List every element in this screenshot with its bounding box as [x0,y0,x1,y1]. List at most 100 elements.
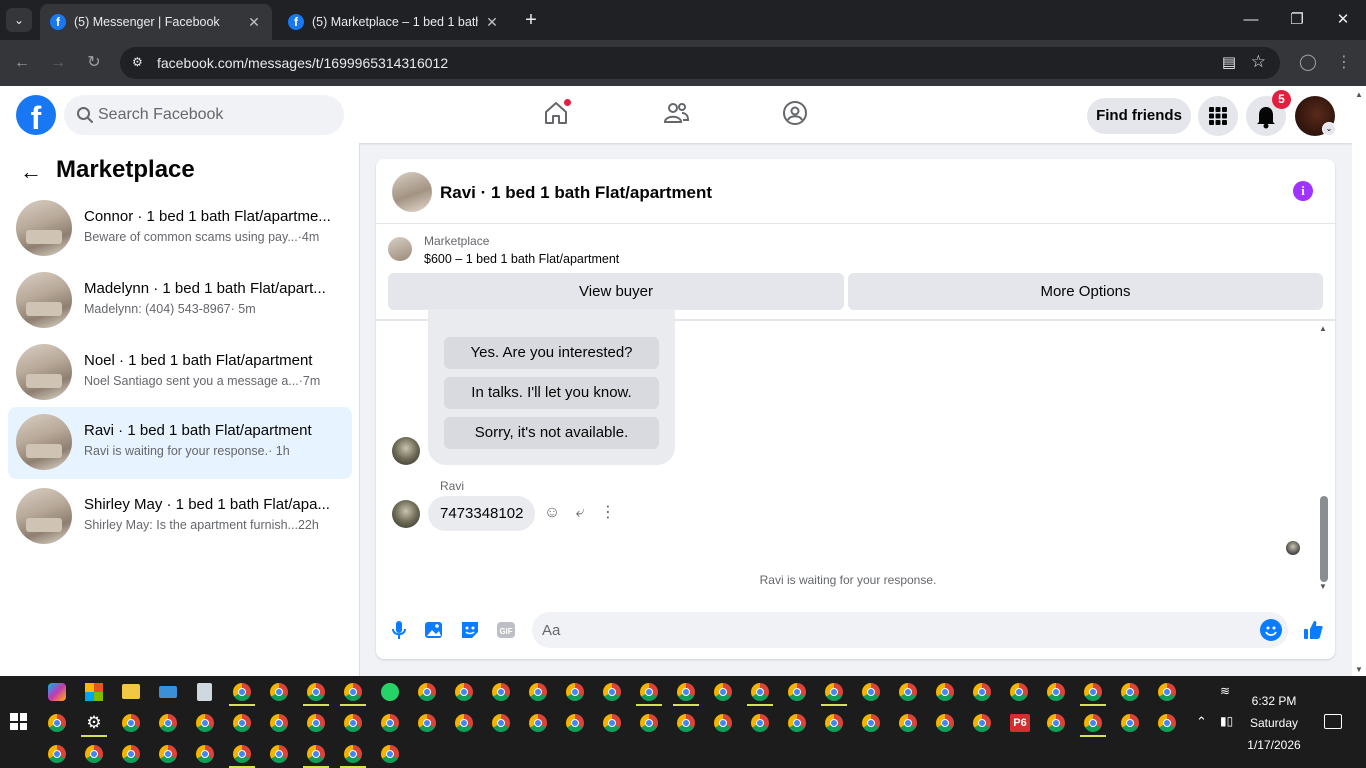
wifi-icon[interactable]: ≋ [1220,684,1230,698]
microsoft-store-icon[interactable] [85,683,103,701]
reload-icon[interactable]: ↻ [83,52,105,74]
chrome-taskbar-icon[interactable] [714,714,732,732]
chat-title[interactable]: Ravi · 1 bed 1 bath Flat/apartment [440,183,712,203]
site-settings-icon[interactable]: ⚙ [132,55,148,71]
chrome-taskbar-icon[interactable] [936,714,954,732]
chrome-taskbar-icon[interactable] [751,683,769,701]
more-options-button[interactable]: More Options [848,273,1323,310]
chrome-taskbar-icon[interactable] [344,683,362,701]
chrome-taskbar-icon[interactable] [159,714,177,732]
view-buyer-button[interactable]: View buyer [388,273,844,310]
chrome-taskbar-icon[interactable] [1121,683,1139,701]
chrome-taskbar-icon[interactable] [1121,714,1139,732]
chrome-taskbar-icon[interactable] [85,745,103,763]
search-box[interactable] [64,95,344,135]
chrome-taskbar-icon[interactable] [270,745,288,763]
gif-icon[interactable]: GIF [495,619,517,641]
chrome-taskbar-icon[interactable] [270,683,288,701]
chrome-taskbar-icon[interactable] [196,714,214,732]
chrome-taskbar-icon[interactable] [788,683,806,701]
listing-title[interactable]: $600 – 1 bed 1 bath Flat/apartment [424,252,619,266]
p6-app-icon[interactable]: P6 [1010,714,1030,732]
chrome-taskbar-icon[interactable] [344,745,362,763]
quick-reply-button[interactable]: Yes. Are you interested? [444,337,659,369]
scroll-up-icon[interactable]: ▲ [1355,90,1363,99]
facebook-logo-icon[interactable]: f [16,95,56,135]
chrome-taskbar-icon[interactable] [677,683,695,701]
chrome-taskbar-icon[interactable] [270,714,288,732]
new-tab-button[interactable]: + [520,8,542,32]
chrome-taskbar-icon[interactable] [196,745,214,763]
forward-arrow-icon[interactable]: → [47,52,69,74]
chrome-taskbar-icon[interactable] [233,683,251,701]
chrome-taskbar-icon[interactable] [418,714,436,732]
chrome-taskbar-icon[interactable] [862,683,880,701]
chrome-taskbar-icon[interactable] [1047,683,1065,701]
copilot-icon[interactable] [48,683,66,701]
conversation-item-madelynn[interactable]: Madelynn · 1 bed 1 bath Flat/apart... Ma… [8,265,352,335]
browser-menu-icon[interactable]: ⋮ [1333,52,1355,74]
chrome-taskbar-icon[interactable] [714,683,732,701]
chrome-taskbar-icon[interactable] [788,714,806,732]
conversation-item-ravi[interactable]: Ravi · 1 bed 1 bath Flat/apartment Ravi … [8,407,352,479]
close-tab-icon[interactable]: ✕ [246,14,262,31]
chrome-taskbar-icon[interactable] [603,683,621,701]
close-tab-icon[interactable]: ✕ [484,14,500,31]
chrome-taskbar-icon[interactable] [640,683,658,701]
chrome-taskbar-icon[interactable] [862,714,880,732]
chrome-taskbar-icon[interactable] [48,714,66,732]
search-input[interactable] [98,95,334,135]
chrome-taskbar-icon[interactable] [640,714,658,732]
taskbar-clock[interactable]: 6:32 PM Saturday 1/17/2026 [1238,690,1310,756]
back-arrow-icon[interactable]: ← [11,52,33,74]
chrome-taskbar-icon[interactable] [529,683,547,701]
conversation-item-connor[interactable]: Connor · 1 bed 1 bath Flat/apartme... Be… [8,193,352,263]
chrome-taskbar-icon[interactable] [973,683,991,701]
more-actions-icon[interactable]: ⋮ [598,503,618,523]
sticker-icon[interactable] [459,619,481,641]
profile-icon[interactable]: ◯ [1297,52,1319,74]
chrome-taskbar-icon[interactable] [233,745,251,763]
chrome-taskbar-icon[interactable] [344,714,362,732]
scroll-up-icon[interactable]: ▲ [1319,324,1327,333]
chrome-taskbar-icon[interactable] [973,714,991,732]
file-explorer-icon[interactable] [122,684,140,699]
keyboard-icon[interactable] [159,686,177,698]
back-arrow-icon[interactable]: ← [20,159,42,185]
chrome-taskbar-icon[interactable] [233,714,251,732]
groups-icon[interactable] [782,100,808,126]
chrome-taskbar-icon[interactable] [1047,714,1065,732]
chrome-taskbar-icon[interactable] [122,745,140,763]
chrome-taskbar-icon[interactable] [566,683,584,701]
find-friends-button[interactable]: Find friends [1087,98,1191,134]
chrome-taskbar-icon[interactable] [122,714,140,732]
chrome-taskbar-icon[interactable] [1084,683,1102,701]
quick-reply-button[interactable]: Sorry, it's not available. [444,417,659,449]
message-composer[interactable] [532,612,1288,648]
chrome-taskbar-icon[interactable] [307,683,325,701]
chrome-taskbar-icon[interactable] [751,714,769,732]
close-window-button[interactable]: ✕ [1320,6,1366,34]
settings-gear-icon[interactable]: ⚙ [85,714,103,732]
tab-messenger[interactable]: f (5) Messenger | Facebook ✕ [40,4,272,40]
notepad-icon[interactable] [197,683,212,701]
notification-center-icon[interactable] [1324,714,1342,729]
sender-avatar[interactable] [392,437,420,465]
windows-start-icon[interactable] [10,713,27,730]
chrome-taskbar-icon[interactable] [492,714,510,732]
chrome-taskbar-icon[interactable] [677,714,695,732]
tab-marketplace[interactable]: f (5) Marketplace – 1 bed 1 bath F ✕ [278,4,510,40]
info-icon[interactable]: i [1293,181,1313,201]
chrome-taskbar-icon[interactable] [48,745,66,763]
battery-icon[interactable]: ▮▯ [1220,714,1233,728]
chevron-down-icon[interactable]: ⌄ [1322,122,1336,136]
restore-button[interactable]: ❐ [1274,6,1320,34]
menu-button[interactable] [1198,96,1238,136]
microphone-icon[interactable] [388,619,410,641]
photo-icon[interactable] [423,619,445,641]
install-app-icon[interactable]: ▤ [1222,53,1236,71]
reply-icon[interactable]: ⤶ [570,503,590,523]
whatsapp-icon[interactable] [381,683,399,701]
chrome-taskbar-icon[interactable] [936,683,954,701]
chrome-taskbar-icon[interactable] [899,683,917,701]
